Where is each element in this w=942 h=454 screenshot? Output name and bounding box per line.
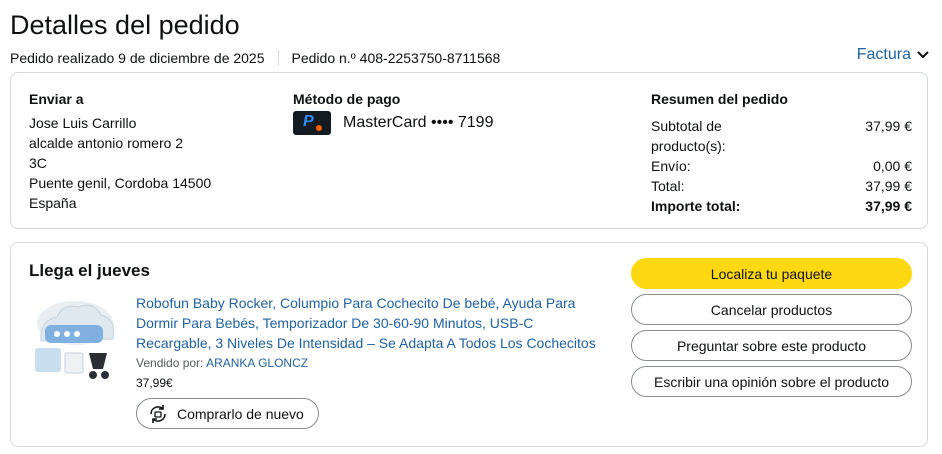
write-review-button[interactable]: Escribir una opinión sobre el producto [631,366,912,397]
ship-to-heading: Enviar a [29,91,84,107]
invoice-label: Factura [856,46,911,63]
order-meta: Pedido realizado 9 de diciembre de 2025 … [10,49,500,67]
ask-product-question-button[interactable]: Preguntar sobre este producto [631,330,912,361]
summary-row: Envío: 0,00 € [651,156,912,176]
payment-heading: Método de pago [293,91,401,107]
payment-method: P MasterCard •••• 7199 [293,111,493,135]
summary-label: Envío: [651,158,691,174]
summary-value: 37,99 € [865,118,912,134]
address-line: España [29,195,77,211]
order-date: Pedido realizado 9 de diciembre de 2025 [10,50,265,66]
address-line: Puente genil, Cordoba 14500 [29,175,212,191]
product-title-link[interactable]: Robofun Baby Rocker, Columpio Para Coche… [136,293,606,353]
summary-label: Total: [651,178,685,194]
shipment-card: Llega el jueves Robofun Baby Rocker, Col… [10,242,928,447]
invoice-dropdown[interactable]: Factura [857,46,929,64]
address-line: Jose Luis Carrillo [29,115,137,131]
summary-label: Subtotal de producto(s): [651,118,726,154]
divider [277,50,279,66]
address-line: 3C [29,155,47,171]
buy-again-button[interactable]: Comprarlo de nuevo [136,398,319,429]
address-line: alcalde antonio romero 2 [29,135,184,151]
order-info-card: Enviar a Jose Luis Carrillo alcalde anto… [10,72,928,229]
summary-value: 37,99 € [865,178,912,194]
payment-card-icon: P [293,111,331,135]
summary-value: 37,99 € [865,198,912,214]
shipment-actions: Localiza tu paquete Cancelar productos P… [631,258,912,402]
summary-total-row: Importe total: 37,99 € [651,196,912,216]
seller-link[interactable]: ARANKA GLONCZ [206,356,308,370]
summary-row: Subtotal de producto(s): 37,99 € [651,116,912,156]
chevron-down-icon [917,51,929,59]
order-number: Pedido n.º 408-2253750-8711568 [291,50,501,66]
product-price: 37,99€ [136,376,173,390]
summary-row: Total: 37,99 € [651,176,912,196]
summary-heading: Resumen del pedido [651,91,788,107]
card-label: MasterCard •••• 7199 [343,114,494,131]
buy-again-label: Comprarlo de nuevo [177,405,304,422]
sold-by: Vendido por: ARANKA GLONCZ [136,356,308,370]
reorder-icon [150,404,166,423]
sold-by-label: Vendido por: [136,356,204,370]
track-package-button[interactable]: Localiza tu paquete [631,258,912,289]
cancel-items-button[interactable]: Cancelar productos [631,294,912,325]
summary-value: 0,00 € [873,158,912,174]
shipping-address: Jose Luis Carrillo alcalde antonio romer… [29,113,211,213]
arrival-heading: Llega el jueves [29,261,150,280]
summary-label: Importe total: [651,198,741,214]
order-summary: Subtotal de producto(s): 37,99 € Envío: … [651,116,912,216]
page-title: Detalles del pedido [10,10,240,40]
product-image[interactable] [31,293,119,385]
